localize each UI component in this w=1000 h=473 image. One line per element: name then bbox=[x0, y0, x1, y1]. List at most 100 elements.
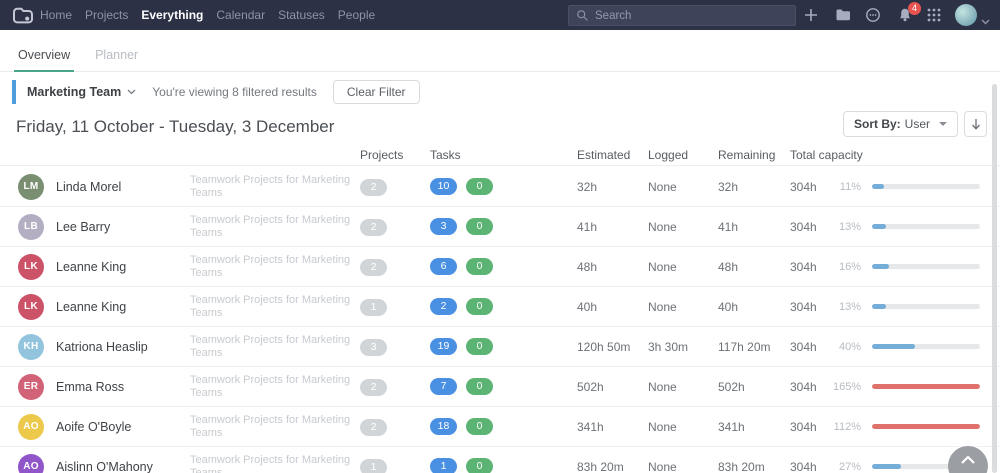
avatar[interactable]: LM bbox=[18, 173, 44, 200]
projects-folder-icon[interactable] bbox=[835, 7, 851, 23]
open-tasks-badge[interactable]: 10 bbox=[430, 178, 457, 195]
col-logged: Logged bbox=[648, 147, 689, 162]
table-row: AO Aislinn O'Mahony Teamwork Projects fo… bbox=[0, 447, 1000, 473]
table-row: KH Katriona Heaslip Teamwork Projects fo… bbox=[0, 327, 1000, 367]
user-name[interactable]: Katriona Heaslip bbox=[56, 340, 148, 354]
projects-count-badge[interactable]: 2 bbox=[360, 179, 387, 196]
completed-tasks-badge[interactable]: 0 bbox=[466, 218, 493, 235]
nav-item-home[interactable]: Home bbox=[40, 8, 72, 22]
completed-tasks-badge[interactable]: 0 bbox=[466, 258, 493, 275]
completed-tasks-badge[interactable]: 0 bbox=[466, 418, 493, 435]
workload-table: LM Linda Morel Teamwork Projects for Mar… bbox=[0, 167, 1000, 473]
open-tasks-badge[interactable]: 2 bbox=[430, 298, 457, 315]
table-row: AO Aoife O'Boyle Teamwork Projects for M… bbox=[0, 407, 1000, 447]
avatar[interactable]: AO bbox=[18, 413, 44, 440]
nav-item-calendar[interactable]: Calendar bbox=[216, 8, 265, 22]
projects-count-badge[interactable]: 3 bbox=[360, 339, 387, 356]
search-box[interactable] bbox=[568, 5, 796, 26]
user-name[interactable]: Linda Morel bbox=[56, 180, 121, 194]
clear-filter-button[interactable]: Clear Filter bbox=[332, 80, 420, 104]
chevron-down-icon[interactable] bbox=[981, 12, 990, 30]
nav-item-projects[interactable]: Projects bbox=[85, 8, 128, 22]
sort-by-dropdown[interactable]: Sort By: User bbox=[842, 111, 958, 137]
apps-grid-icon[interactable] bbox=[926, 7, 942, 23]
capacity-percent: 27% bbox=[838, 460, 861, 473]
remaining-value: 341h bbox=[718, 419, 745, 434]
project-link[interactable]: Teamwork Projects for Marketing Teams bbox=[190, 334, 360, 360]
sort-by-value: User bbox=[904, 117, 930, 131]
capacity-percent: 13% bbox=[838, 300, 861, 313]
capacity-bar-fill bbox=[872, 424, 980, 429]
user-name[interactable]: Emma Ross bbox=[56, 380, 124, 394]
project-link[interactable]: Teamwork Projects for Marketing Teams bbox=[190, 414, 360, 440]
avatar-initials: LK bbox=[24, 301, 38, 312]
caret-down-icon bbox=[939, 122, 947, 126]
project-link[interactable]: Teamwork Projects for Marketing Teams bbox=[190, 374, 360, 400]
user-name[interactable]: Leanne King bbox=[56, 300, 126, 314]
projects-count-badge[interactable]: 2 bbox=[360, 259, 387, 276]
project-link[interactable]: Teamwork Projects for Marketing Teams bbox=[190, 454, 360, 473]
open-tasks-badge[interactable]: 6 bbox=[430, 258, 457, 275]
projects-count-badge[interactable]: 2 bbox=[360, 379, 387, 396]
avatar[interactable]: AO bbox=[18, 453, 44, 473]
capacity-value: 304h bbox=[790, 179, 817, 194]
nav-item-everything[interactable]: Everything bbox=[141, 8, 203, 22]
tab-planner[interactable]: Planner bbox=[95, 44, 138, 72]
avatar[interactable]: LK bbox=[18, 253, 44, 280]
project-link[interactable]: Teamwork Projects for Marketing Teams bbox=[190, 214, 360, 240]
user-name[interactable]: Leanne King bbox=[56, 260, 126, 274]
capacity-value: 304h bbox=[790, 339, 817, 354]
col-tasks: Tasks bbox=[430, 147, 461, 162]
project-link[interactable]: Teamwork Projects for Marketing Teams bbox=[190, 254, 360, 280]
search-input[interactable] bbox=[595, 9, 788, 22]
completed-tasks-badge[interactable]: 0 bbox=[466, 178, 493, 195]
add-icon[interactable] bbox=[803, 7, 819, 23]
user-name[interactable]: Aoife O'Boyle bbox=[56, 420, 131, 434]
projects-count-badge[interactable]: 1 bbox=[360, 299, 387, 316]
projects-count-badge[interactable]: 1 bbox=[360, 459, 387, 473]
projects-count-badge[interactable]: 2 bbox=[360, 219, 387, 236]
avatar[interactable]: ER bbox=[18, 373, 44, 400]
nav-item-statuses[interactable]: Statuses bbox=[278, 8, 325, 22]
team-filter-label: Marketing Team bbox=[27, 85, 122, 99]
open-tasks-badge[interactable]: 3 bbox=[430, 218, 457, 235]
tab-overview[interactable]: Overview bbox=[13, 44, 75, 72]
completed-tasks-badge[interactable]: 0 bbox=[466, 378, 493, 395]
table-header: Projects Tasks Estimated Logged Remainin… bbox=[0, 144, 1000, 166]
remaining-value: 83h 20m bbox=[718, 459, 765, 473]
capacity-bar bbox=[872, 384, 980, 389]
open-tasks-badge[interactable]: 19 bbox=[430, 338, 457, 355]
help-chat-icon[interactable] bbox=[865, 7, 881, 23]
filter-accent-bar bbox=[12, 80, 16, 104]
avatar[interactable]: KH bbox=[18, 333, 44, 360]
completed-tasks-badge[interactable]: 0 bbox=[466, 458, 493, 473]
open-tasks-badge[interactable]: 7 bbox=[430, 378, 457, 395]
avatar-initials: AO bbox=[23, 461, 39, 472]
completed-tasks-badge[interactable]: 0 bbox=[466, 298, 493, 315]
avatar[interactable]: LK bbox=[18, 293, 44, 320]
user-name[interactable]: Lee Barry bbox=[56, 220, 110, 234]
user-name[interactable]: Aislinn O'Mahony bbox=[56, 460, 153, 473]
chevron-up-icon bbox=[961, 455, 975, 464]
completed-tasks-badge[interactable]: 0 bbox=[466, 338, 493, 355]
open-tasks-badge[interactable]: 1 bbox=[430, 458, 457, 473]
logged-value: None bbox=[648, 299, 677, 314]
capacity-value: 304h bbox=[790, 379, 817, 394]
open-tasks-badge[interactable]: 18 bbox=[430, 418, 457, 435]
nav-item-people[interactable]: People bbox=[338, 8, 375, 22]
capacity-percent: 13% bbox=[838, 220, 861, 233]
projects-count-badge[interactable]: 2 bbox=[360, 419, 387, 436]
avatar-initials: KH bbox=[23, 341, 39, 352]
remaining-value: 40h bbox=[718, 299, 739, 314]
teamwork-logo-icon[interactable] bbox=[12, 6, 34, 24]
filter-results-text: You're viewing 8 filtered results bbox=[152, 85, 317, 99]
capacity-value: 304h bbox=[790, 219, 817, 234]
user-avatar[interactable] bbox=[955, 4, 977, 26]
team-filter-dropdown[interactable]: Marketing Team bbox=[27, 85, 136, 99]
estimated-value: 48h bbox=[577, 259, 598, 274]
project-link[interactable]: Teamwork Projects for Marketing Teams bbox=[190, 174, 360, 200]
vertical-scrollbar[interactable] bbox=[992, 84, 997, 473]
download-button[interactable] bbox=[964, 111, 987, 137]
project-link[interactable]: Teamwork Projects for Marketing Teams bbox=[190, 294, 360, 320]
avatar[interactable]: LB bbox=[18, 213, 44, 240]
